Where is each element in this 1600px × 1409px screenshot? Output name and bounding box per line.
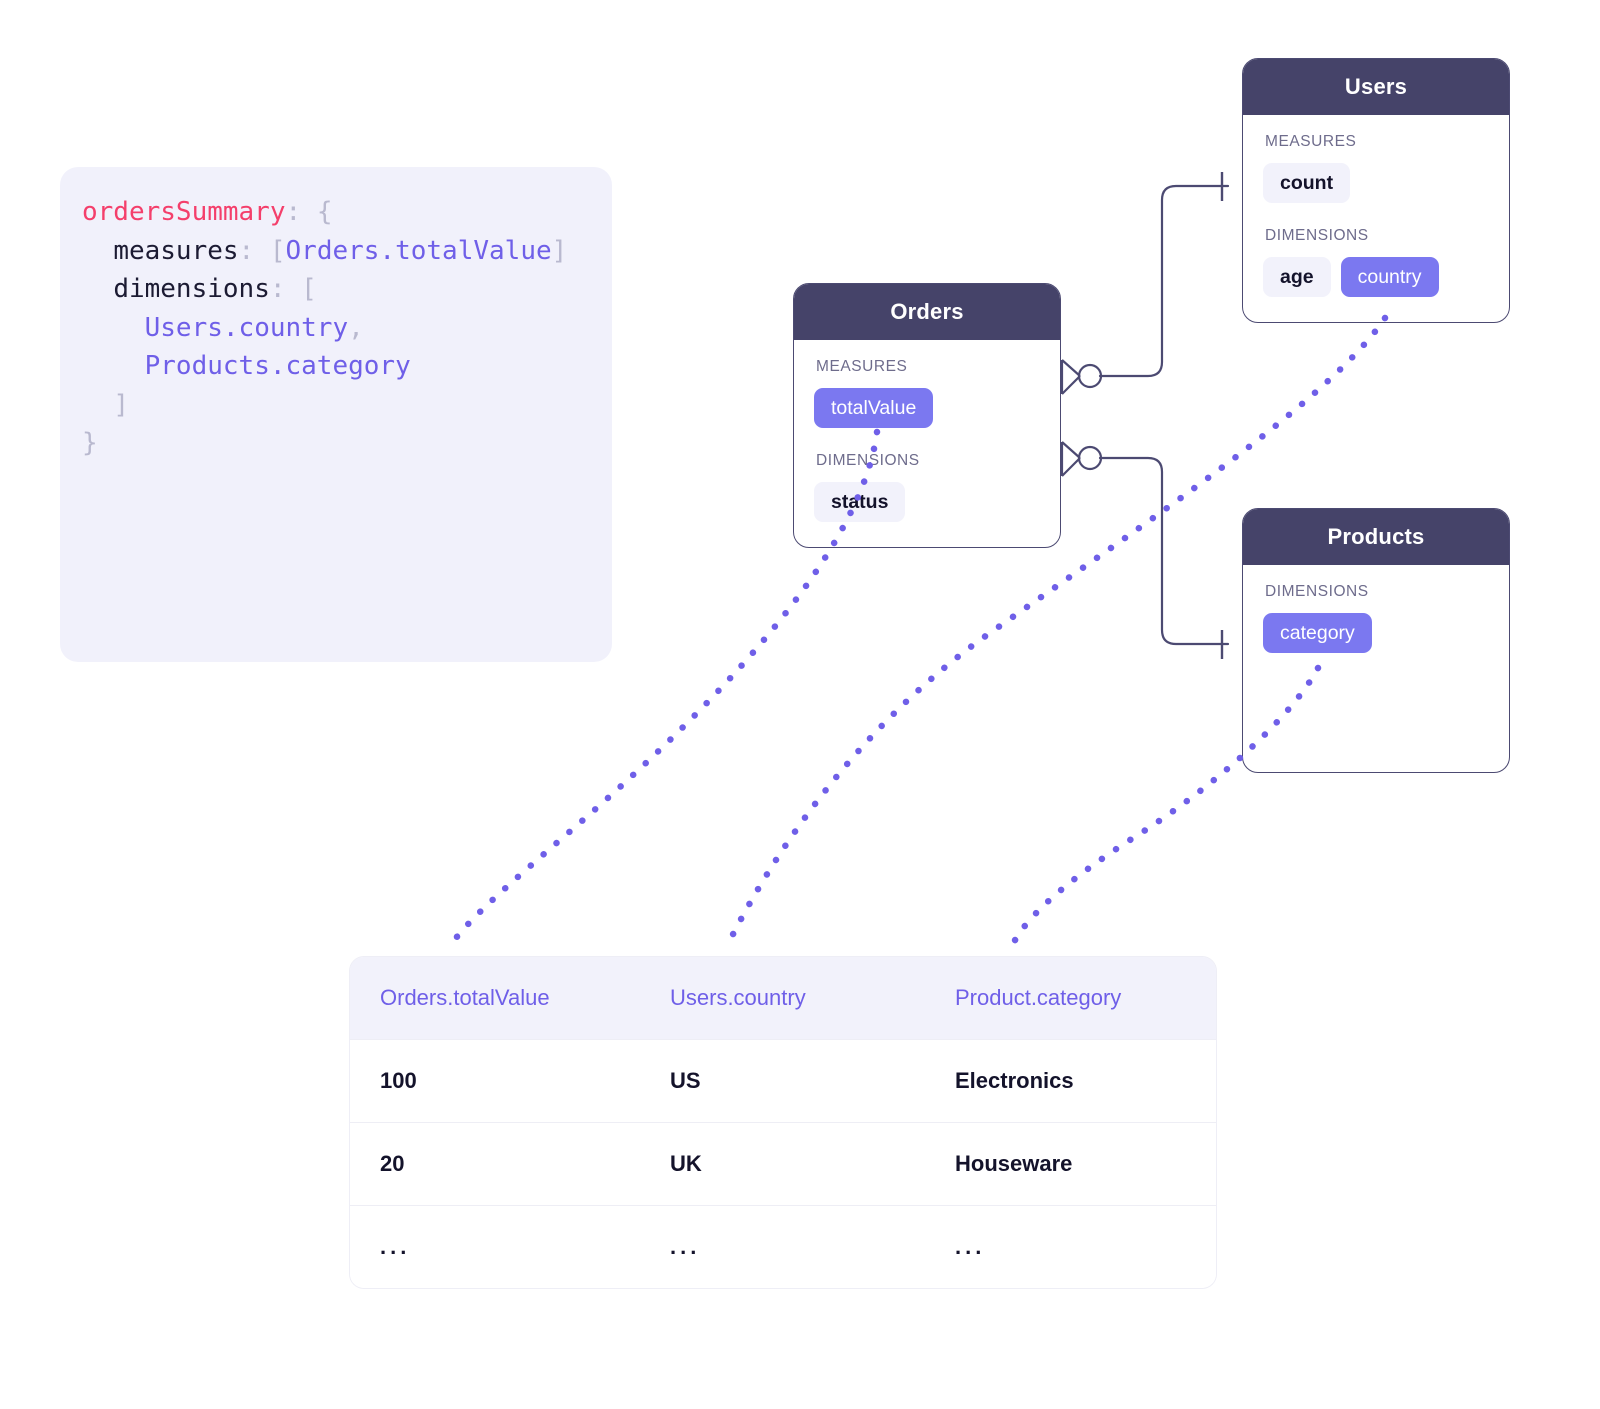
column-header-1: Users.country bbox=[670, 985, 806, 1010]
field-pill-row-measures: count bbox=[1263, 163, 1489, 203]
entity-card-products-body: DIMENSIONS category bbox=[1243, 565, 1509, 673]
field-pill-row-dimensions: category bbox=[1263, 613, 1489, 653]
code-token: } bbox=[82, 428, 98, 458]
entity-card-users-body: MEASURES count DIMENSIONS age country bbox=[1243, 115, 1509, 317]
code-token: : bbox=[285, 197, 317, 227]
code-token: [ bbox=[269, 235, 286, 266]
code-token: Products.category bbox=[144, 351, 411, 381]
result-table: Orders.totalValue Users.country Product.… bbox=[350, 957, 1216, 1288]
entity-card-orders-body: MEASURES totalValue DIMENSIONS status bbox=[794, 340, 1060, 542]
field-pill-country[interactable]: country bbox=[1340, 257, 1439, 297]
schema-code-text: ordersSummary: { measures: [Orders.total… bbox=[82, 193, 602, 463]
schema-code-panel: ordersSummary: { measures: [Orders.total… bbox=[60, 167, 612, 662]
table-row: 100 US Electronics bbox=[350, 1039, 1216, 1122]
field-pill-row-dimensions: age country bbox=[1263, 257, 1489, 297]
cell-2-0: ... bbox=[380, 1234, 411, 1259]
entity-card-users-title: Users bbox=[1243, 59, 1509, 115]
code-token: , bbox=[348, 312, 364, 343]
column-header-2: Product.category bbox=[955, 985, 1122, 1010]
cell-0-0: 100 bbox=[380, 1068, 417, 1093]
cell-0-2: Electronics bbox=[955, 1068, 1074, 1093]
code-token: [ bbox=[301, 274, 317, 304]
code-line: ordersSummary: { bbox=[82, 193, 602, 232]
cell-2-2: ... bbox=[955, 1234, 986, 1259]
section-label-dimensions: DIMENSIONS bbox=[1265, 583, 1369, 600]
section-label-measures: MEASURES bbox=[1265, 133, 1357, 150]
field-pill-count[interactable]: count bbox=[1263, 163, 1351, 203]
code-token: ordersSummary bbox=[82, 197, 286, 227]
section-label-dimensions: DIMENSIONS bbox=[1265, 227, 1369, 244]
crowfoot-orders-users-icon bbox=[1060, 359, 1103, 395]
entity-card-orders[interactable]: Orders MEASURES totalValue DIMENSIONS st… bbox=[793, 283, 1061, 548]
code-line: Users.country, bbox=[82, 309, 602, 348]
cell-1-1: UK bbox=[670, 1151, 702, 1176]
field-pill-category[interactable]: category bbox=[1263, 613, 1372, 653]
cell-2-1: ... bbox=[670, 1234, 701, 1259]
crowfoot-orders-products-icon bbox=[1060, 441, 1103, 477]
code-line: ] bbox=[82, 386, 602, 425]
code-line: measures: [Orders.totalValue] bbox=[82, 232, 602, 271]
code-token: Orders.totalValue bbox=[285, 235, 552, 266]
code-line: Products.category bbox=[82, 347, 602, 386]
code-token: measures bbox=[113, 235, 239, 266]
cell-0-1: US bbox=[670, 1068, 701, 1093]
code-token: dimensions bbox=[113, 274, 270, 304]
code-line: dimensions: [ bbox=[82, 270, 602, 309]
field-pill-status[interactable]: status bbox=[814, 482, 906, 522]
section-label-measures: MEASURES bbox=[816, 358, 908, 375]
column-header-0: Orders.totalValue bbox=[380, 985, 550, 1010]
section-label-dimensions: DIMENSIONS bbox=[816, 452, 920, 469]
entity-card-users[interactable]: Users MEASURES count DIMENSIONS age coun… bbox=[1242, 58, 1510, 323]
entity-card-products[interactable]: Products DIMENSIONS category bbox=[1242, 508, 1510, 773]
code-token: ] bbox=[113, 389, 129, 420]
diagram-canvas: ordersSummary: { measures: [Orders.total… bbox=[0, 0, 1600, 1409]
table-row: ... ... ... bbox=[350, 1205, 1216, 1288]
relation-line-orders-users bbox=[1098, 184, 1230, 378]
code-token: { bbox=[316, 197, 333, 227]
field-pill-totalvalue[interactable]: totalValue bbox=[814, 388, 934, 428]
code-token: Users.country bbox=[144, 312, 349, 343]
cell-1-2: Houseware bbox=[955, 1151, 1073, 1176]
code-line: } bbox=[82, 424, 602, 463]
field-pill-row-dimensions: status bbox=[814, 482, 1040, 522]
cell-1-0: 20 bbox=[380, 1151, 405, 1176]
code-token: ] bbox=[551, 235, 568, 266]
field-pill-row-measures: totalValue bbox=[814, 388, 1040, 428]
entity-card-products-title: Products bbox=[1243, 509, 1509, 565]
field-pill-age[interactable]: age bbox=[1263, 257, 1331, 297]
table-row: 20 UK Houseware bbox=[350, 1122, 1216, 1205]
code-token: : bbox=[238, 235, 270, 266]
result-table-header-row: Orders.totalValue Users.country Product.… bbox=[350, 957, 1216, 1039]
relation-line-orders-products bbox=[1098, 456, 1230, 646]
entity-card-orders-title: Orders bbox=[794, 284, 1060, 340]
code-token: : bbox=[269, 274, 302, 304]
